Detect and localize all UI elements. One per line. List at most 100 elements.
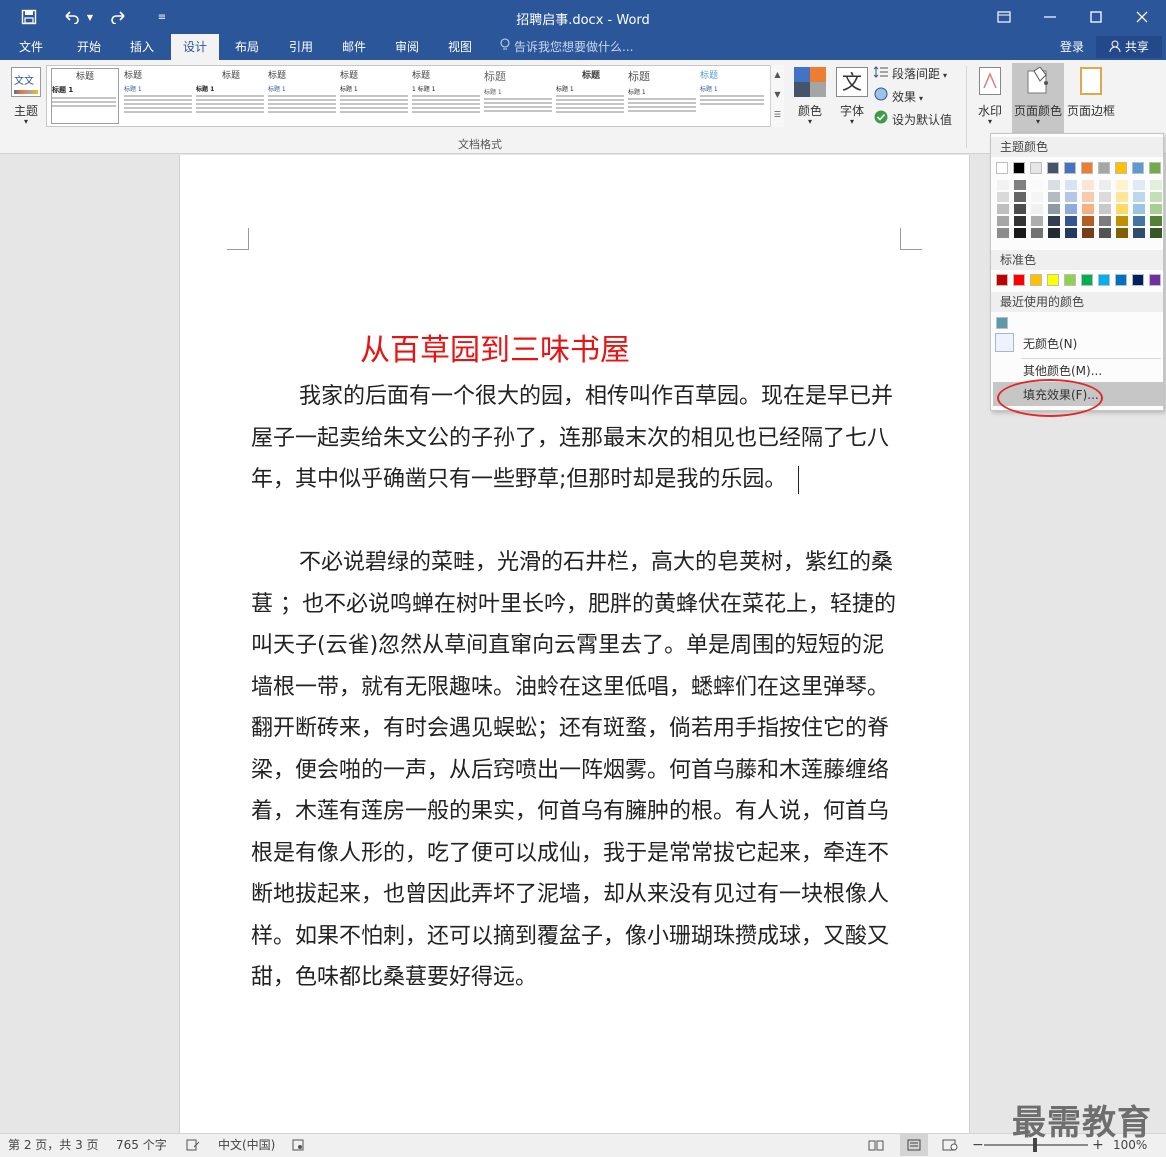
web-layout-icon[interactable] bbox=[942, 1134, 958, 1156]
theme-color-shade[interactable] bbox=[1082, 192, 1094, 202]
style-set-item[interactable]: 标题 标题 1 bbox=[51, 68, 119, 124]
standard-color-swatch[interactable] bbox=[1132, 274, 1144, 286]
theme-color-shade[interactable] bbox=[997, 192, 1009, 202]
theme-color-shade[interactable] bbox=[1014, 204, 1026, 214]
theme-color-shade[interactable] bbox=[997, 216, 1009, 226]
colors-button[interactable]: 颜色 ▾ bbox=[792, 65, 828, 129]
theme-color-swatch[interactable] bbox=[1081, 162, 1093, 174]
print-layout-icon[interactable] bbox=[900, 1134, 928, 1156]
macro-icon[interactable] bbox=[292, 1134, 304, 1156]
tab-design[interactable]: 设计 bbox=[171, 34, 219, 60]
theme-color-shade[interactable] bbox=[1031, 228, 1043, 238]
style-set-item[interactable]: 标题 1 标题 1 bbox=[412, 68, 482, 124]
tab-mailings[interactable]: 邮件 bbox=[331, 34, 377, 60]
theme-color-shade[interactable] bbox=[1031, 204, 1043, 214]
theme-color-shade[interactable] bbox=[1150, 228, 1162, 238]
themes-button[interactable]: 文文 主题 ▾ bbox=[8, 65, 44, 129]
theme-color-swatch[interactable] bbox=[1047, 162, 1059, 174]
standard-color-swatch[interactable] bbox=[1064, 274, 1076, 286]
gallery-down-icon[interactable]: ▼ bbox=[771, 85, 784, 105]
zoom-out-icon[interactable]: − bbox=[972, 1134, 984, 1156]
proofing-icon[interactable] bbox=[186, 1134, 200, 1156]
theme-color-swatch[interactable] bbox=[1149, 162, 1161, 174]
standard-color-swatch[interactable] bbox=[1149, 274, 1161, 286]
read-mode-icon[interactable] bbox=[868, 1134, 884, 1156]
theme-color-shade[interactable] bbox=[1065, 180, 1077, 190]
minimize-icon[interactable] bbox=[1028, 4, 1072, 30]
ribbon-display-options-icon[interactable] bbox=[982, 4, 1026, 30]
style-set-item[interactable]: 标题 标题 1 bbox=[556, 68, 626, 124]
gallery-up-icon[interactable]: ▲ bbox=[771, 65, 784, 85]
theme-color-shade[interactable] bbox=[1014, 180, 1026, 190]
standard-color-swatch[interactable] bbox=[1115, 274, 1127, 286]
effects-button[interactable]: 效果 ▾ bbox=[874, 87, 923, 107]
theme-color-swatch[interactable] bbox=[1132, 162, 1144, 174]
more-colors-option[interactable]: 其他颜色(M)... bbox=[991, 360, 1163, 382]
language-indicator[interactable]: 中文(中国) bbox=[218, 1134, 275, 1156]
theme-color-swatch[interactable] bbox=[1013, 162, 1025, 174]
watermark-button[interactable]: 水印 ▾ bbox=[972, 65, 1008, 129]
page-border-button[interactable]: 页面边框 bbox=[1066, 65, 1116, 129]
standard-color-swatch[interactable] bbox=[1030, 274, 1042, 286]
tab-file[interactable]: 文件 bbox=[8, 34, 54, 60]
theme-color-shade[interactable] bbox=[1065, 216, 1077, 226]
theme-color-shade[interactable] bbox=[1116, 192, 1128, 202]
theme-color-shade[interactable] bbox=[997, 204, 1009, 214]
theme-color-shade[interactable] bbox=[1048, 216, 1060, 226]
no-color-option[interactable]: 无颜色(N) bbox=[991, 330, 1163, 356]
theme-color-shade[interactable] bbox=[1065, 192, 1077, 202]
theme-color-swatch[interactable] bbox=[996, 162, 1008, 174]
theme-color-shade[interactable] bbox=[1048, 204, 1060, 214]
theme-color-shade[interactable] bbox=[1116, 228, 1128, 238]
standard-color-swatch[interactable] bbox=[1013, 274, 1025, 286]
theme-color-shade[interactable] bbox=[1014, 192, 1026, 202]
tab-review[interactable]: 审阅 bbox=[384, 34, 430, 60]
close-icon[interactable] bbox=[1120, 4, 1164, 30]
document-page[interactable]: 从百草园到三味书屋 我家的后面有一个很大的园，相传叫作百草园。现在是早已并屋子一… bbox=[179, 155, 970, 1135]
standard-color-swatch[interactable] bbox=[996, 274, 1008, 286]
document-paragraph[interactable]: 我家的后面有一个很大的园，相传叫作百草园。现在是早已并屋子一起卖给朱文公的子孙了… bbox=[251, 376, 901, 501]
theme-color-shade[interactable] bbox=[1082, 180, 1094, 190]
theme-color-shade[interactable] bbox=[1065, 228, 1077, 238]
theme-color-shade[interactable] bbox=[1116, 216, 1128, 226]
theme-color-shade[interactable] bbox=[1150, 216, 1162, 226]
theme-color-shade[interactable] bbox=[1099, 192, 1111, 202]
standard-color-swatch[interactable] bbox=[1047, 274, 1059, 286]
theme-color-shade[interactable] bbox=[1116, 180, 1128, 190]
tab-references[interactable]: 引用 bbox=[278, 34, 324, 60]
theme-color-shade[interactable] bbox=[1082, 228, 1094, 238]
theme-color-shade[interactable] bbox=[1065, 204, 1077, 214]
word-count[interactable]: 765 个字 bbox=[116, 1134, 167, 1156]
theme-color-shade[interactable] bbox=[997, 180, 1009, 190]
standard-color-swatch[interactable] bbox=[1081, 274, 1093, 286]
theme-color-shade[interactable] bbox=[1150, 192, 1162, 202]
tell-me-box[interactable]: 告诉我您想要做什么... bbox=[500, 34, 633, 60]
standard-color-swatch[interactable] bbox=[1098, 274, 1110, 286]
style-set-item[interactable]: 标题 标题 1 bbox=[484, 68, 554, 124]
theme-color-shade[interactable] bbox=[1150, 180, 1162, 190]
fonts-button[interactable]: 文 字体 ▾ bbox=[834, 65, 870, 129]
style-set-item[interactable]: 标题 标题 1 bbox=[700, 68, 766, 124]
gallery-more-icon[interactable]: ☰ bbox=[771, 105, 784, 125]
theme-color-shade[interactable] bbox=[997, 228, 1009, 238]
theme-color-shade[interactable] bbox=[1133, 180, 1145, 190]
theme-color-shade[interactable] bbox=[1133, 204, 1145, 214]
maximize-icon[interactable] bbox=[1074, 4, 1118, 30]
theme-color-shade[interactable] bbox=[1031, 216, 1043, 226]
theme-color-swatch[interactable] bbox=[1115, 162, 1127, 174]
theme-color-shade[interactable] bbox=[1133, 228, 1145, 238]
gallery-scroll[interactable]: ▲ ▼ ☰ bbox=[770, 65, 784, 127]
tab-insert[interactable]: 插入 bbox=[119, 34, 165, 60]
theme-color-shade[interactable] bbox=[1099, 204, 1111, 214]
style-set-item[interactable]: 标题 标题 1 bbox=[268, 68, 338, 124]
page-count[interactable]: 第 2 页，共 3 页 bbox=[8, 1134, 99, 1156]
theme-color-shade[interactable] bbox=[1082, 204, 1094, 214]
theme-color-shade[interactable] bbox=[1099, 228, 1111, 238]
theme-color-shade[interactable] bbox=[1099, 180, 1111, 190]
theme-color-shade[interactable] bbox=[1048, 192, 1060, 202]
recent-color-swatch[interactable] bbox=[996, 317, 1008, 329]
page-color-button[interactable]: 页面颜色 ▾ bbox=[1012, 63, 1064, 133]
tab-home[interactable]: 开始 bbox=[66, 34, 112, 60]
tab-layout[interactable]: 布局 bbox=[224, 34, 270, 60]
theme-color-shade[interactable] bbox=[1150, 204, 1162, 214]
